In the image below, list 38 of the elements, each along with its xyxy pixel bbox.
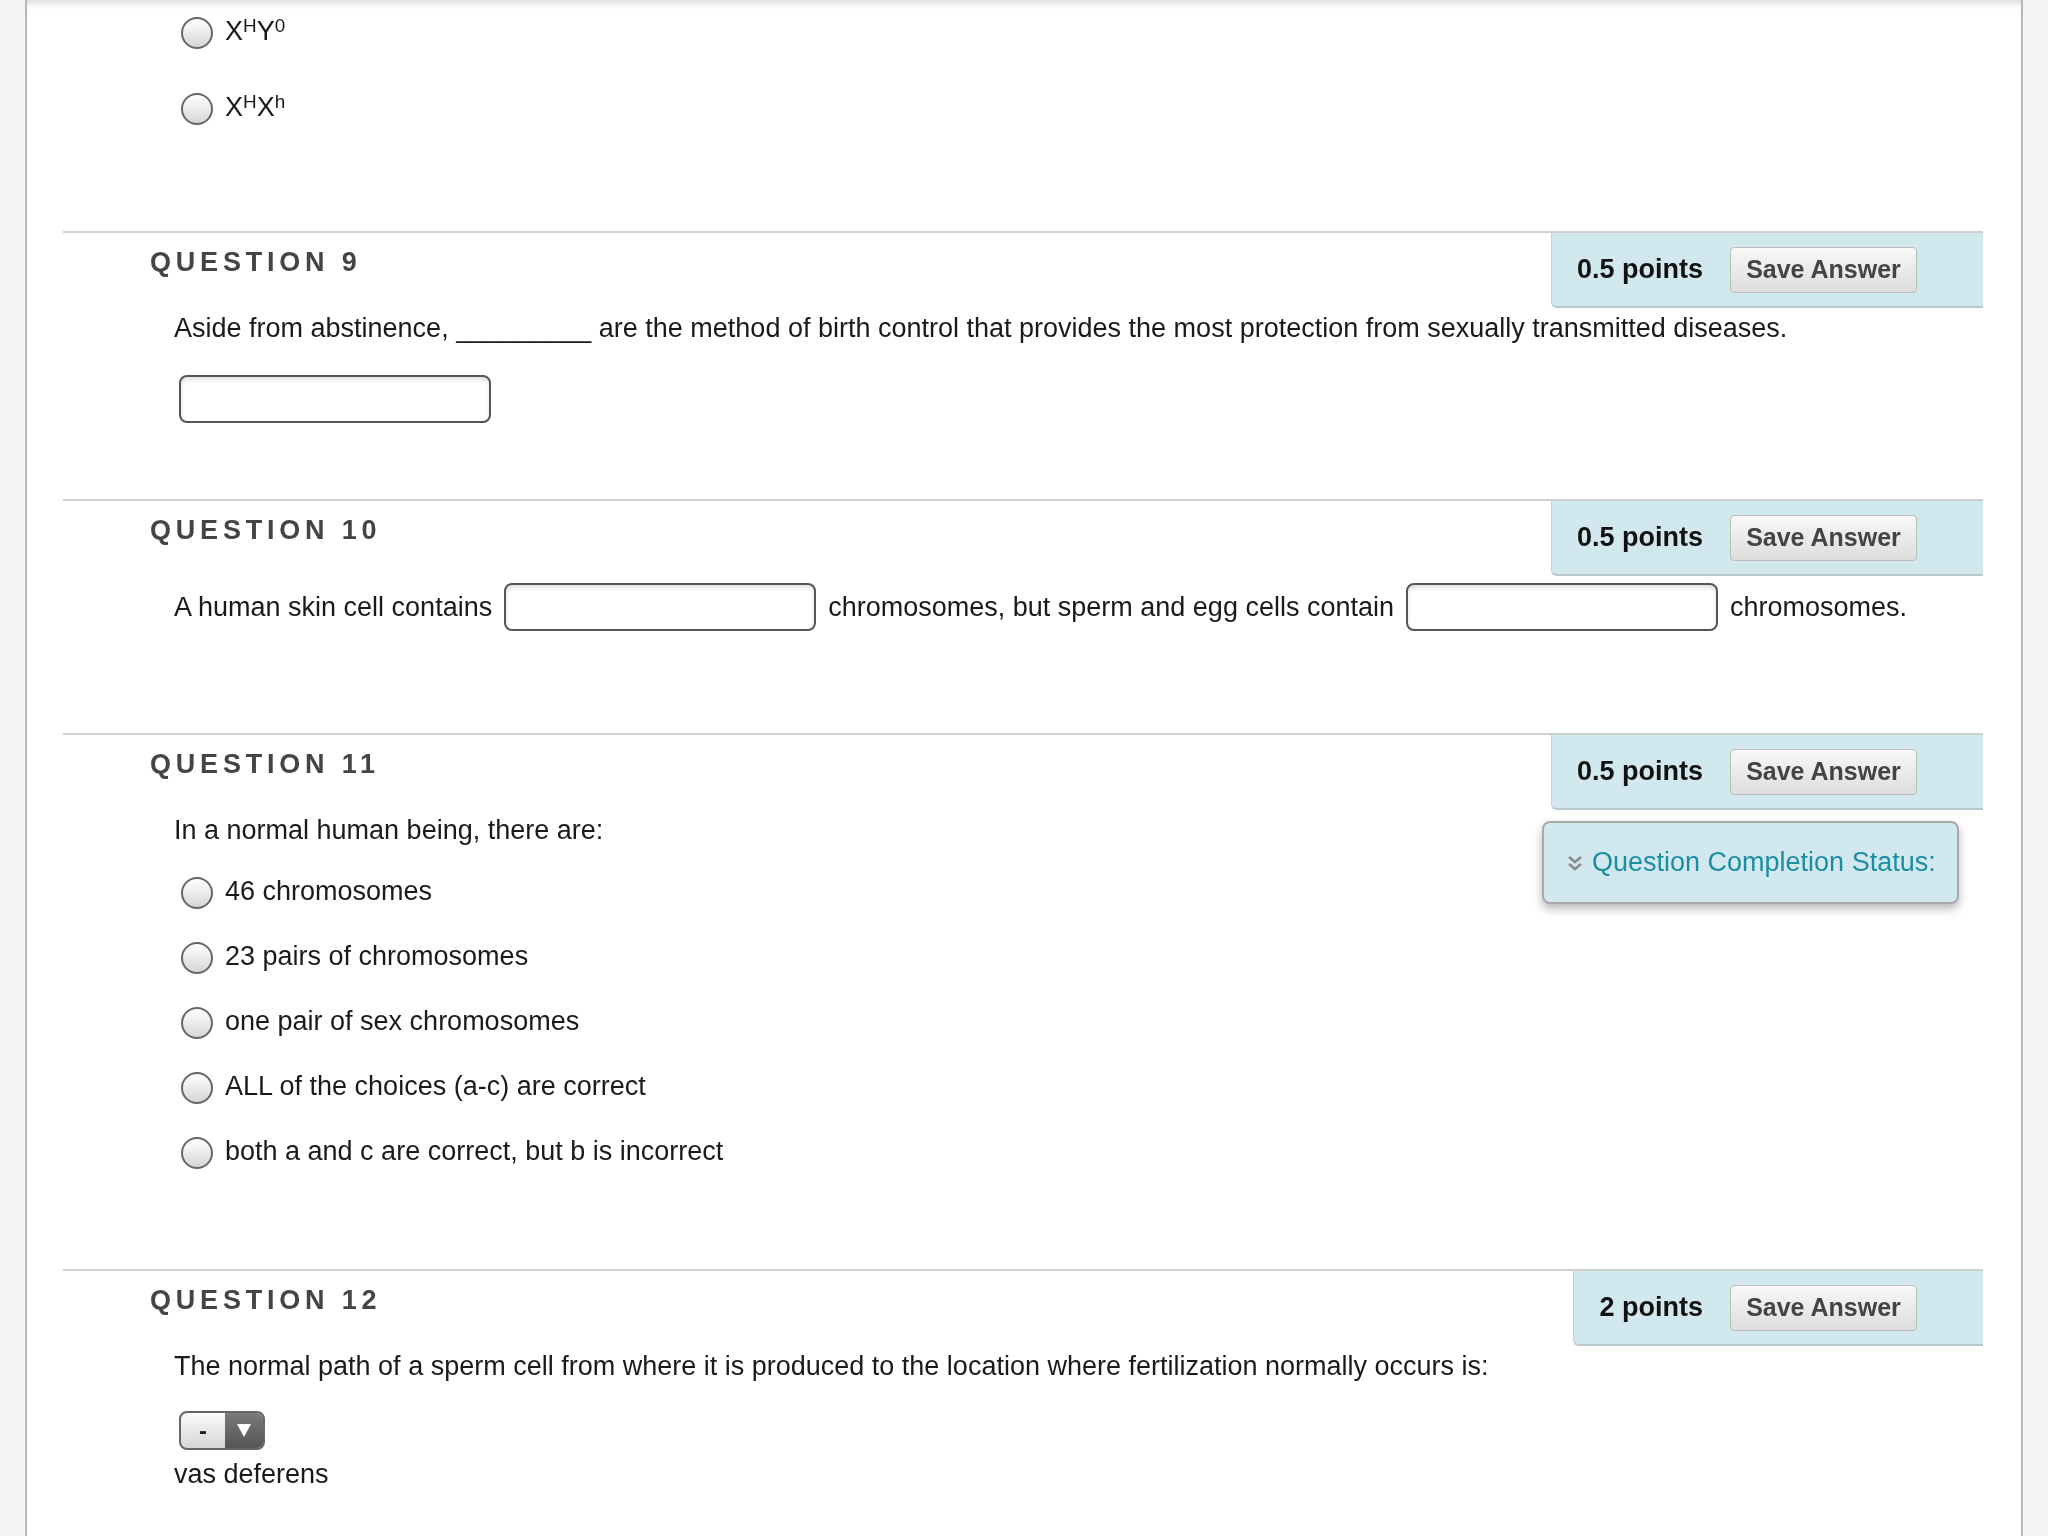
radio-button[interactable] (181, 1072, 213, 1104)
question-title: QUESTION 10 (149, 514, 382, 546)
question-text: A human skin cell contains (174, 591, 493, 623)
item-text: vas deferens (174, 1458, 329, 1490)
radio-button[interactable] (181, 17, 213, 49)
save-answer-button[interactable]: Save Answer (1730, 246, 1917, 293)
radio-button[interactable] (181, 93, 213, 125)
question-title: QUESTION 12 (149, 1284, 382, 1316)
answer-field[interactable] (179, 375, 491, 423)
question-text: chromosomes, but sperm and egg cells contain (828, 591, 1394, 623)
option-label: 23 pairs of chromosomes (225, 940, 529, 972)
radio-button[interactable] (181, 1137, 213, 1169)
option-label: 46 chromosomes (225, 875, 433, 907)
option-label: ALL of the choices (a-c) are correct (225, 1070, 646, 1102)
question-text: Aside from abstinence, _________ are the method of birth control that provides the most protection from sexually transmitted diseases. (174, 312, 1788, 344)
question-title: QUESTION 9 (149, 246, 362, 278)
radio-button[interactable] (181, 877, 213, 909)
answer-field[interactable] (1406, 583, 1718, 631)
radio-button[interactable] (181, 942, 213, 974)
option-label: both a and c are correct, but b is incorrect (225, 1135, 724, 1167)
question-text: In a normal human being, there are: (174, 814, 604, 846)
option-label: X$^{H}$X$^{h}$ (225, 91, 286, 123)
points-label: 0.5 points (1576, 756, 1703, 787)
caret-icon (225, 1413, 263, 1448)
save-answer-button[interactable]: Save Answer (1730, 1284, 1917, 1331)
save-answer-button[interactable]: Save Answer (1730, 514, 1917, 561)
question-text: The normal path of a sperm cell from where it is produced to the location where fertilization normally occurs is: (174, 1350, 1489, 1382)
points-label: 2 points (1599, 1292, 1703, 1323)
points-label: 0.5 points (1576, 522, 1703, 553)
save-answer-button[interactable]: Save Answer (1730, 748, 1917, 795)
points-label: 0.5 points (1576, 254, 1703, 285)
question-text: chromosomes. (1730, 591, 1908, 623)
question-title: QUESTION 11 (149, 748, 380, 780)
radio-button[interactable] (181, 1007, 213, 1039)
option-label: X$^{H}$Y$^{0}$ (225, 15, 286, 47)
option-label: one pair of sex chromosomes (225, 1005, 580, 1037)
answer-field[interactable] (504, 583, 817, 631)
order-dropdown[interactable]: - (179, 1411, 265, 1450)
